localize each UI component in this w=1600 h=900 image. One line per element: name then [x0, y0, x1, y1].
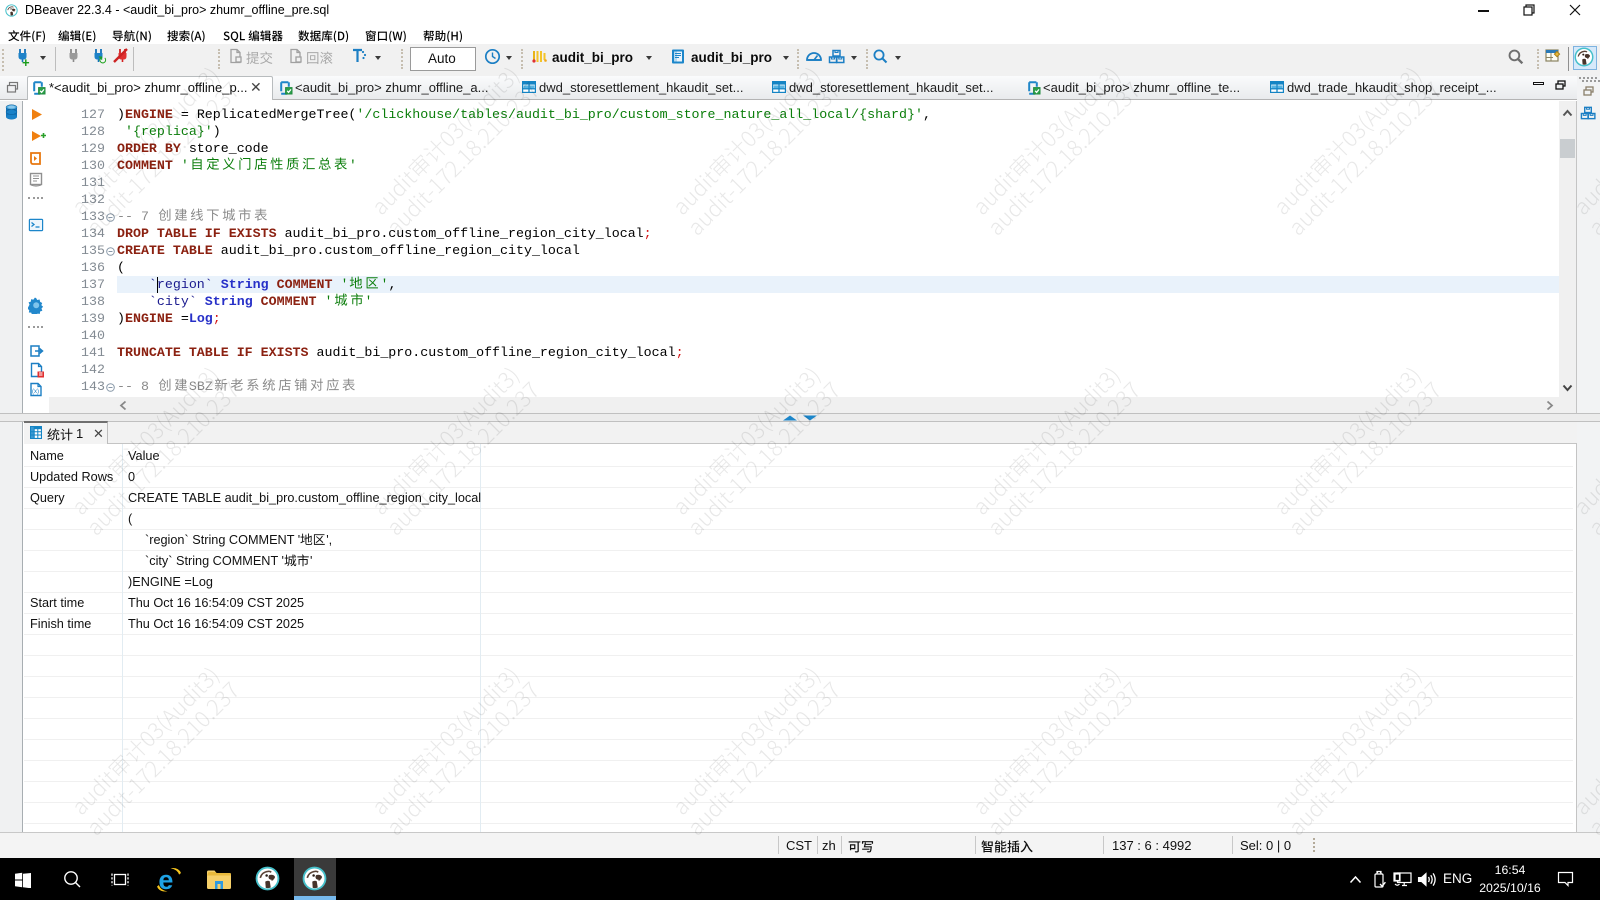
svg-text:(x): (x) — [32, 389, 39, 395]
